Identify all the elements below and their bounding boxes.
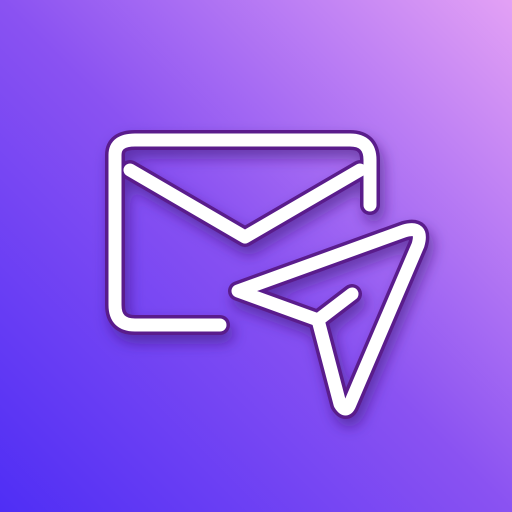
- gradient-background: [0, 0, 512, 512]
- app-icon-tile: [0, 0, 512, 512]
- app-icon-canvas: [0, 0, 512, 512]
